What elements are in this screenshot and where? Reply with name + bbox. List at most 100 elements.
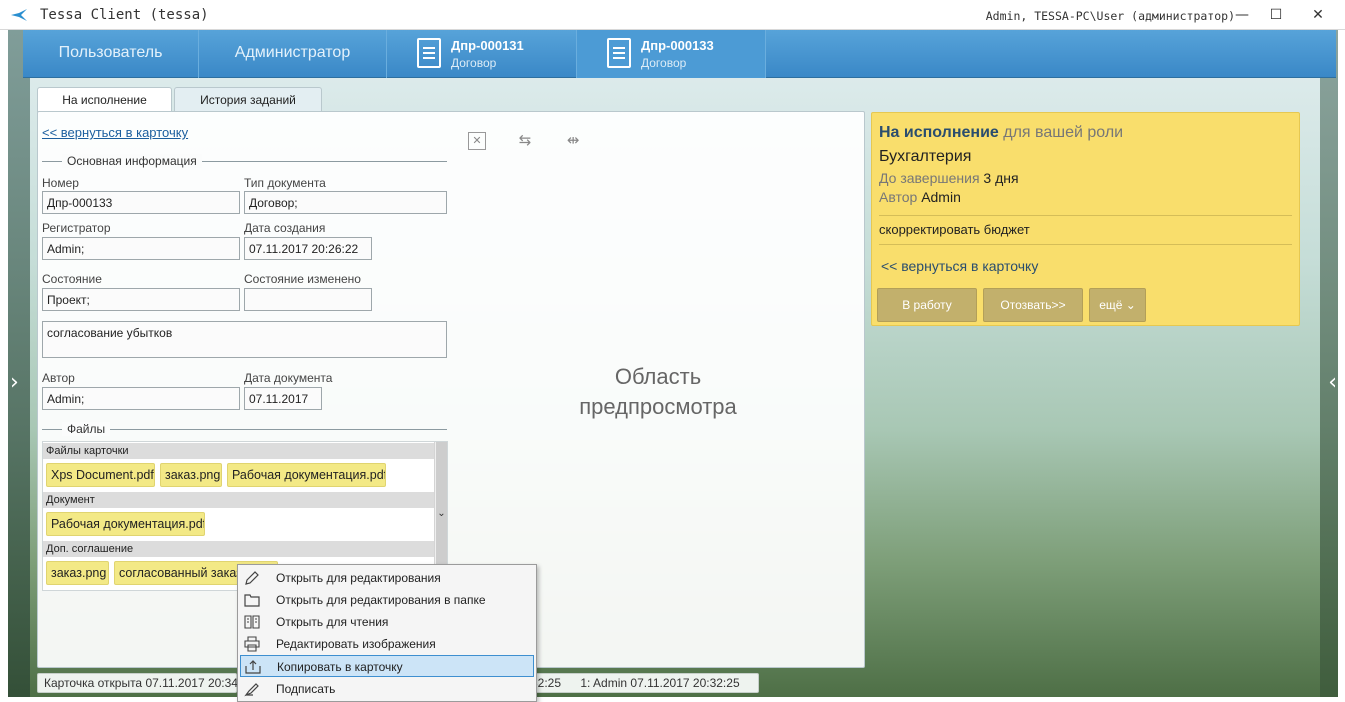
- file-group-header[interactable]: Документ: [43, 492, 435, 508]
- nav-tab-title: Дпр-000131: [451, 38, 524, 53]
- menu-item-label: Открыть для редактирования: [276, 571, 441, 585]
- section-label: Основная информация: [62, 154, 202, 168]
- preview-text-line1: Область: [614, 364, 702, 389]
- preview-area: Область предпросмотра: [528, 362, 788, 422]
- file-item[interactable]: Рабочая документация.pdf: [227, 463, 386, 487]
- menu-open-in-folder[interactable]: Открыть для редактирования в папке: [240, 589, 534, 611]
- task-role: Бухгалтерия: [879, 148, 972, 165]
- minimize-button[interactable]: —: [1225, 0, 1259, 30]
- more-actions-button[interactable]: ещё ⌄: [1089, 288, 1146, 322]
- menu-edit-images[interactable]: Редактировать изображения: [240, 633, 534, 655]
- menu-sign[interactable]: Подписать: [240, 678, 534, 700]
- close-window-button[interactable]: ✕: [1297, 0, 1339, 30]
- menu-item-label: Подписать: [276, 682, 336, 696]
- task-due-value: 3 дня: [983, 170, 1019, 186]
- file-group-header[interactable]: Файлы карточки: [43, 443, 435, 459]
- context-menu: Открыть для редактирования Открыть для р…: [237, 564, 537, 702]
- menu-open-for-edit[interactable]: Открыть для редактирования: [240, 567, 534, 589]
- left-panel-expand-icon[interactable]: ›: [10, 370, 19, 395]
- created-field[interactable]: 07.11.2017 20:26:22: [244, 237, 372, 260]
- task-back-to-card-link[interactable]: << вернуться в карточку: [881, 258, 1038, 274]
- nav-user[interactable]: Пользователь: [23, 30, 199, 78]
- tab-task-history[interactable]: История заданий: [174, 87, 322, 112]
- nav-tab-subtitle: Договор: [451, 56, 497, 70]
- current-user: Admin, TESSA-PC\User (администратор): [985, 9, 1235, 23]
- preview-text-line2: предпросмотра: [579, 394, 737, 419]
- status-version: 32:25 1: Admin 07.11.2017 20:32:25: [524, 673, 759, 693]
- file-item[interactable]: Рабочая документация.pdf: [46, 512, 205, 536]
- task-status-value: На исполнение: [879, 124, 999, 141]
- printer-icon: [244, 636, 260, 652]
- comment-field[interactable]: согласование убытков: [42, 321, 447, 358]
- nav-tab-dpr-000131[interactable]: Дпр-000131 Договор: [387, 30, 577, 78]
- preview-close-icon[interactable]: ✕: [468, 132, 486, 150]
- right-panel-expand-icon[interactable]: ‹: [1328, 370, 1337, 395]
- nav-administrator[interactable]: Администратор: [199, 30, 387, 78]
- menu-item-label: Открыть для редактирования в папке: [276, 593, 486, 607]
- file-group-header[interactable]: Доп. соглашение: [43, 541, 435, 557]
- tessa-logo-icon: [11, 9, 27, 21]
- menu-copy-to-card[interactable]: Копировать в карточку: [240, 655, 534, 677]
- doctype-field[interactable]: Договор;: [244, 191, 447, 214]
- right-side-strip: [1320, 30, 1338, 697]
- section-main-info: Основная информация: [42, 154, 447, 168]
- status-card-opened: Карточка открыта 07.11.2017 20:34: [37, 673, 238, 693]
- state-changed-field[interactable]: [244, 288, 372, 311]
- document-icon: [607, 38, 631, 68]
- upload-icon: [245, 660, 261, 674]
- window-title: Tessa Client (tessa): [40, 7, 209, 23]
- maximize-button[interactable]: ☐: [1259, 0, 1293, 30]
- menu-open-read-only[interactable]: Открыть для чтения: [240, 611, 534, 633]
- task-due: До завершения 3 дня: [879, 170, 1019, 186]
- number-label: Номер: [42, 176, 79, 190]
- left-side-strip: [8, 30, 30, 697]
- book-icon: [244, 615, 260, 629]
- top-navigation: Пользователь Администратор Дпр-000131 До…: [23, 30, 1336, 78]
- tab-execution[interactable]: На исполнение: [37, 87, 172, 112]
- doctype-label: Тип документа: [244, 176, 326, 190]
- author-field[interactable]: Admin;: [42, 387, 240, 410]
- divider: [879, 244, 1292, 245]
- preview-split-icon[interactable]: ⇹: [564, 132, 582, 150]
- number-field[interactable]: Дпр-000133: [42, 191, 240, 214]
- nav-tab-dpr-000133[interactable]: Дпр-000133 Договор: [577, 30, 766, 78]
- revoke-button[interactable]: Отозвать>>: [983, 288, 1083, 322]
- file-item[interactable]: заказ.png: [46, 561, 109, 585]
- back-to-card-link[interactable]: << вернуться в карточку: [42, 125, 188, 140]
- pencil-icon: [245, 571, 259, 585]
- state-field[interactable]: Проект;: [42, 288, 240, 311]
- created-label: Дата создания: [244, 221, 326, 235]
- title-bar: Tessa Client (tessa) Admin, TESSA-PC\Use…: [0, 0, 1345, 30]
- chevron-down-icon: ⌄: [437, 508, 446, 519]
- registrar-label: Регистратор: [42, 221, 111, 235]
- docdate-label: Дата документа: [244, 371, 333, 385]
- task-panel: На исполнение для вашей роли Бухгалтерия…: [871, 112, 1300, 326]
- section-files: Файлы: [42, 422, 447, 436]
- state-changed-label: Состояние изменено: [244, 272, 361, 286]
- signature-icon: [244, 683, 259, 697]
- document-icon: [417, 38, 441, 68]
- menu-item-label: Копировать в карточку: [277, 660, 403, 674]
- menu-item-label: Редактировать изображения: [276, 637, 436, 651]
- app-area: › ‹ Пользователь Администратор Дпр-00013…: [8, 30, 1338, 697]
- scrollbar-thumb[interactable]: [436, 442, 447, 572]
- nav-tab-title: Дпр-000133: [641, 38, 714, 53]
- file-item[interactable]: Xps Document.pdf: [46, 463, 155, 487]
- task-status: На исполнение для вашей роли: [879, 124, 1123, 142]
- task-author-label: Автор: [879, 189, 918, 205]
- registrar-field[interactable]: Admin;: [42, 237, 240, 260]
- take-to-work-button[interactable]: В работу: [877, 288, 977, 322]
- task-author-value: Admin: [921, 189, 961, 205]
- nav-tab-subtitle: Договор: [641, 56, 687, 70]
- divider: [879, 215, 1292, 216]
- state-label: Состояние: [42, 272, 102, 286]
- preview-swap-icon[interactable]: ⇆: [516, 132, 534, 150]
- task-description: скорректировать бюджет: [879, 222, 1030, 237]
- status-version-info: 1: Admin 07.11.2017 20:32:25: [580, 676, 740, 690]
- task-due-label: До завершения: [879, 170, 980, 186]
- file-item[interactable]: заказ.png: [160, 463, 222, 487]
- docdate-field[interactable]: 07.11.2017: [244, 387, 322, 410]
- menu-item-label: Открыть для чтения: [276, 615, 389, 629]
- task-status-role: для вашей роли: [1003, 124, 1124, 141]
- folder-icon: [244, 594, 260, 607]
